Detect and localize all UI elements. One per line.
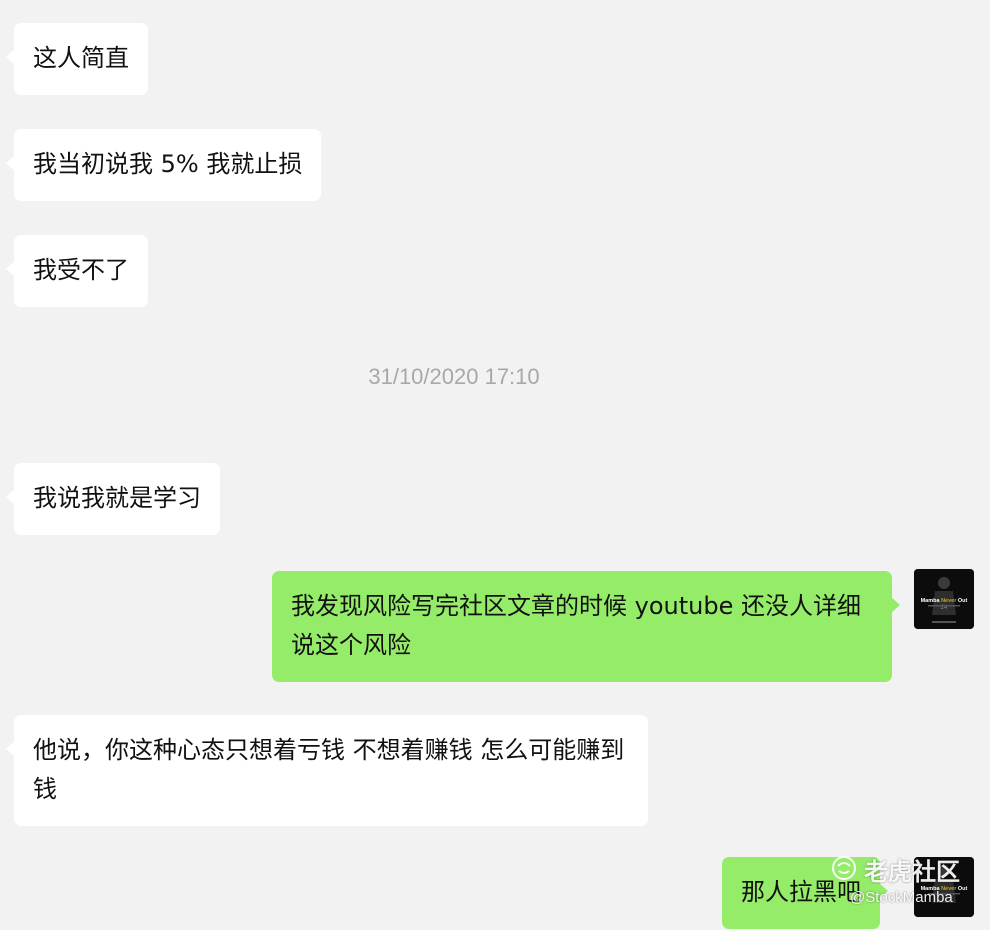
message-text: 我当初说我 5% 我就止损 [33, 150, 303, 178]
message-bubble-incoming[interactable]: 他说，你这种心态只想着亏钱 不想着赚钱 怎么可能赚到钱 [6, 715, 648, 826]
svg-text:Mamba Never Ou: Mamba Never Out [921, 886, 968, 892]
message-bubble-incoming[interactable]: 这人简直 [6, 23, 148, 95]
message-text: 我受不了 [33, 256, 129, 284]
message-text: 那人拉黑吧 [741, 878, 861, 906]
message-text: 他说，你这种心态只想着亏钱 不想着赚钱 怎么可能赚到钱 [33, 736, 625, 803]
message-bubble-incoming[interactable]: 我当初说我 5% 我就止损 [5, 129, 322, 201]
message-text: 我说我就是学习 [33, 484, 201, 512]
message-bubble-incoming[interactable]: 我受不了 [6, 235, 148, 307]
avatar-image: 24 Mamba Never Out [914, 569, 974, 629]
avatar[interactable]: 24 Mamba Never Out [914, 569, 974, 629]
svg-text:Mamba Never Ou: Mamba Never Out [921, 598, 968, 604]
avatar-image: Mamba Never Out [914, 857, 974, 917]
message-text: 我发现风险写完社区文章的时候 youtube 还没人详细说这个风险 [291, 592, 861, 659]
message-text: 这人简直 [33, 44, 129, 72]
message-bubble-outgoing[interactable]: 我发现风险写完社区文章的时候 youtube 还没人详细说这个风险 [272, 571, 900, 682]
message-bubble-outgoing[interactable]: 那人拉黑吧 [722, 857, 888, 929]
message-timestamp: 31/10/2020 17:10 [368, 364, 540, 389]
message-bubble-incoming[interactable]: 我说我就是学习 [6, 463, 220, 535]
avatar[interactable]: Mamba Never Out [914, 857, 974, 917]
